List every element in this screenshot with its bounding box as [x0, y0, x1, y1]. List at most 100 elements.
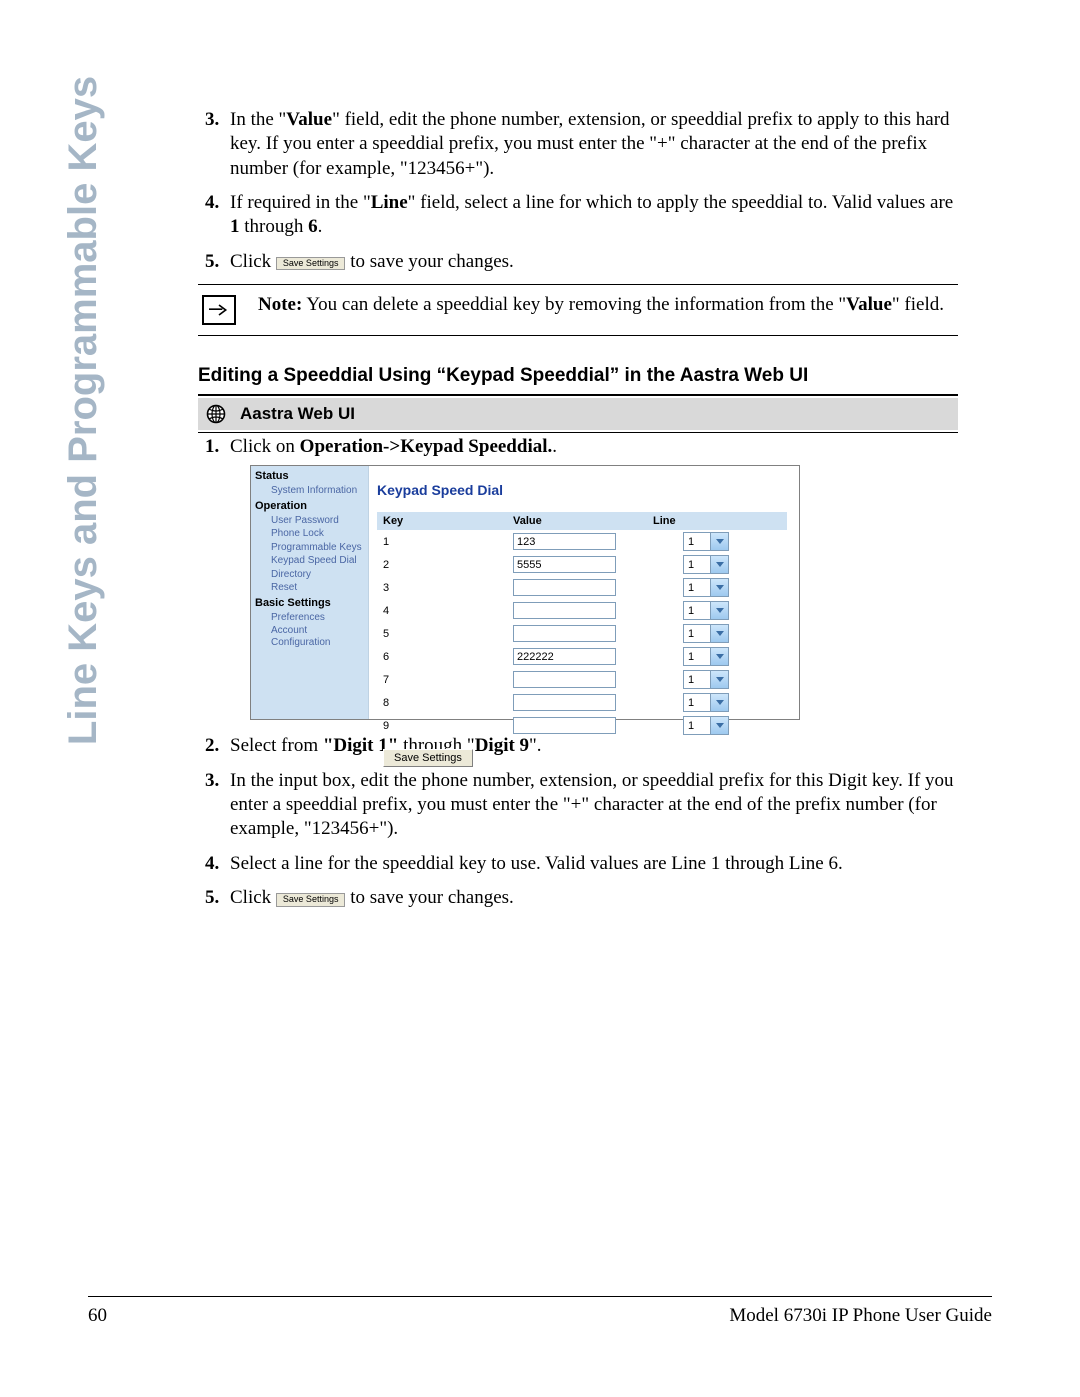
line-select[interactable]: 1: [683, 532, 729, 551]
webui-row: 61: [377, 645, 787, 668]
value-input[interactable]: [513, 648, 616, 665]
row-key: 2: [377, 558, 513, 572]
page-content: In the "Value" field, edit the phone num…: [198, 108, 958, 920]
panel-title: Aastra Web UI: [240, 403, 355, 425]
line-select-value: 1: [684, 556, 710, 573]
globe-icon: [206, 404, 226, 424]
page-number: 60: [88, 1305, 107, 1327]
line-select-value: 1: [684, 625, 710, 642]
webui-row: 31: [377, 576, 787, 599]
chevron-down-icon: [710, 625, 728, 642]
row-key: 8: [377, 696, 513, 710]
sidebar-item[interactable]: System Information: [251, 484, 368, 498]
webui-table-head: Key Value Line: [377, 512, 787, 530]
top-step-5: Click Save Settings to save your changes…: [224, 250, 958, 274]
line-select-value: 1: [684, 694, 710, 711]
chevron-down-icon: [710, 648, 728, 665]
line-select[interactable]: 1: [683, 601, 729, 620]
line-select[interactable]: 1: [683, 716, 729, 735]
sidebar-item[interactable]: Programmable Keys: [251, 541, 368, 555]
row-key: 9: [377, 719, 513, 733]
chevron-down-icon: [710, 556, 728, 573]
webui-row: 21: [377, 553, 787, 576]
sidebar-item[interactable]: Keypad Speed Dial: [251, 554, 368, 568]
chevron-down-icon: [710, 671, 728, 688]
sidebar-item[interactable]: User Password: [251, 514, 368, 528]
chevron-down-icon: [710, 533, 728, 550]
line-select[interactable]: 1: [683, 693, 729, 712]
webui-row: 41: [377, 599, 787, 622]
line-select-value: 1: [684, 533, 710, 550]
section-heading: Editing a Speeddial Using “Keypad Speedd…: [198, 364, 958, 388]
row-key: 1: [377, 535, 513, 549]
webui-row: 11: [377, 530, 787, 553]
arrow-right-icon: [202, 295, 236, 325]
sidebar-item[interactable]: Reset: [251, 581, 368, 595]
value-input[interactable]: [513, 694, 616, 711]
chevron-down-icon: [710, 602, 728, 619]
col-value: Value: [513, 514, 653, 528]
chevron-down-icon: [710, 694, 728, 711]
line-select-value: 1: [684, 717, 710, 734]
row-key: 7: [377, 673, 513, 687]
aastra-web-ui-panel-header: Aastra Web UI: [198, 398, 958, 430]
bottom-step-4: Select a line for the speeddial key to u…: [224, 852, 958, 876]
webui-row: 71: [377, 668, 787, 691]
webui-row: 81: [377, 691, 787, 714]
sidebar-item[interactable]: Directory: [251, 568, 368, 582]
line-select[interactable]: 1: [683, 624, 729, 643]
line-select[interactable]: 1: [683, 578, 729, 597]
sidebar-cat-status: Status: [251, 468, 368, 484]
sidebar-item[interactable]: Phone Lock: [251, 527, 368, 541]
guide-title: Model 6730i IP Phone User Guide: [729, 1305, 992, 1327]
value-input[interactable]: [513, 625, 616, 642]
divider: [198, 394, 958, 396]
line-select-value: 1: [684, 602, 710, 619]
bottom-step-1: Click on Operation->Keypad Speeddial.. S…: [224, 435, 958, 720]
sidebar-item[interactable]: Preferences: [251, 611, 368, 625]
aastra-web-ui-screenshot: Status System Information Operation User…: [250, 465, 800, 720]
top-step-3: In the "Value" field, edit the phone num…: [224, 108, 958, 181]
save-settings-inline-button[interactable]: Save Settings: [276, 893, 346, 907]
webui-sidebar: Status System Information Operation User…: [251, 466, 369, 719]
save-settings-inline-button[interactable]: Save Settings: [276, 257, 346, 271]
line-select-value: 1: [684, 648, 710, 665]
webui-row: 51: [377, 622, 787, 645]
value-input[interactable]: [513, 671, 616, 688]
divider: [198, 432, 958, 433]
row-key: 4: [377, 604, 513, 618]
row-key: 5: [377, 627, 513, 641]
sidebar-cat-basic: Basic Settings: [251, 595, 368, 611]
value-input[interactable]: [513, 602, 616, 619]
bottom-step-5: Click Save Settings to save your changes…: [224, 886, 958, 910]
save-settings-button[interactable]: Save Settings: [383, 749, 473, 767]
note-block: Note: You can delete a speeddial key by …: [198, 284, 958, 336]
sidebar-item[interactable]: Account Configuration: [251, 624, 368, 649]
top-step-4: If required in the "Line" field, select …: [224, 191, 958, 240]
chevron-down-icon: [710, 579, 728, 596]
value-input[interactable]: [513, 717, 616, 734]
bottom-step-3: In the input box, edit the phone number,…: [224, 769, 958, 842]
webui-main: Keypad Speed Dial Key Value Line 1121314…: [369, 466, 799, 719]
value-input[interactable]: [513, 533, 616, 550]
col-key: Key: [377, 514, 513, 528]
line-select-value: 1: [684, 579, 710, 596]
line-select[interactable]: 1: [683, 647, 729, 666]
row-key: 3: [377, 581, 513, 595]
value-input[interactable]: [513, 556, 616, 573]
line-select[interactable]: 1: [683, 555, 729, 574]
webui-row: 91: [377, 714, 787, 737]
webui-title: Keypad Speed Dial: [377, 482, 799, 500]
webui-rows: 112131415161718191: [377, 530, 787, 737]
col-line: Line: [653, 514, 753, 528]
side-tab-label: Line Keys and Programmable Keys: [62, 75, 107, 744]
line-select[interactable]: 1: [683, 670, 729, 689]
sidebar-cat-operation: Operation: [251, 498, 368, 514]
note-text: Note: You can delete a speeddial key by …: [258, 293, 944, 318]
chevron-down-icon: [710, 717, 728, 734]
top-step-list: In the "Value" field, edit the phone num…: [198, 108, 958, 274]
value-input[interactable]: [513, 579, 616, 596]
row-key: 6: [377, 650, 513, 664]
section-side-tab: Line Keys and Programmable Keys: [24, 100, 144, 720]
page-footer: 60 Model 6730i IP Phone User Guide: [88, 1296, 992, 1327]
